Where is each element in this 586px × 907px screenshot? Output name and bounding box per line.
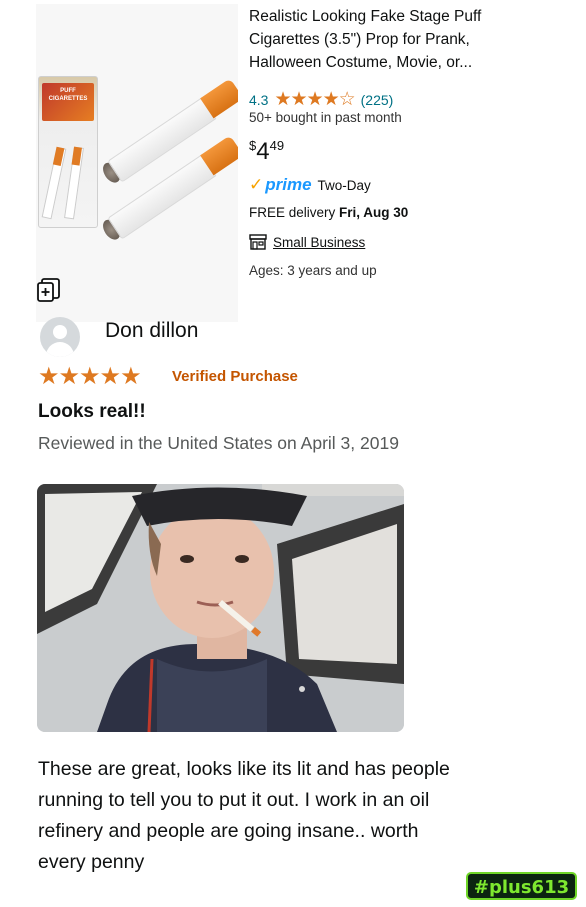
review-body-line: refinery and people are going insane.. w… [38,820,419,842]
product-title-line: Realistic Looking Fake Stage Puff [249,8,482,25]
small-business-icon [249,234,267,250]
product-package: PUFF CIGARETTES [38,76,98,228]
small-business-label: Small Business [273,234,366,250]
review-photo[interactable] [37,484,404,732]
prime-logo: prime [265,175,312,194]
review-body-line: running to tell you to put it out. I wor… [38,789,430,811]
package-label: PUFF CIGARETTES [42,83,94,121]
avatar-icon [40,317,80,357]
bought-in-past-month: 50+ bought in past month [249,110,402,125]
compare-icon[interactable] [37,277,63,303]
price-dollars: 4 [256,138,270,165]
rating-row[interactable]: 4.3 ★★★★☆ (225) [249,88,393,111]
price-cents: 49 [269,138,285,153]
small-business-link[interactable]: Small Business [249,234,365,250]
delivery-date: Fri, Aug 30 [339,205,409,220]
review-photo-image [37,484,404,732]
reviewer-name[interactable]: Don dillon [105,319,198,343]
product-title[interactable]: Realistic Looking Fake Stage Puff Cigare… [249,5,549,74]
delivery-info: FREE delivery Fri, Aug 30 [249,205,408,220]
review-body: These are great, looks like its lit and … [38,754,548,878]
star-icon: ★★★★☆ [274,89,355,110]
review-date: Reviewed in the United States on April 3… [38,433,399,453]
price: $449 [249,138,284,166]
verified-purchase-badge: Verified Purchase [172,368,298,385]
review-body-line: These are great, looks like its lit and … [38,758,450,780]
rating-count: (225) [360,91,394,108]
prime-days: Two-Day [317,177,371,193]
product-title-line: Cigarettes (3.5") Prop for Prank, [249,31,470,48]
prime-badge: ✓ prime Two-Day [249,175,371,195]
watermark-logo: #plus613 [466,872,577,900]
age-range: Ages: 3 years and up [249,263,377,278]
prime-check-icon: ✓ [249,175,264,194]
package-cigarette [64,146,84,220]
star-icon: ★★★★★ [38,363,142,390]
review-title[interactable]: Looks real!! [38,401,146,423]
product-title-line: Halloween Costume, Movie, or... [249,54,473,71]
package-cigarette [41,146,67,220]
product-image[interactable]: PUFF CIGARETTES [36,4,238,322]
rating-value: 4.3 [249,91,269,108]
delivery-prefix: FREE delivery [249,205,336,220]
